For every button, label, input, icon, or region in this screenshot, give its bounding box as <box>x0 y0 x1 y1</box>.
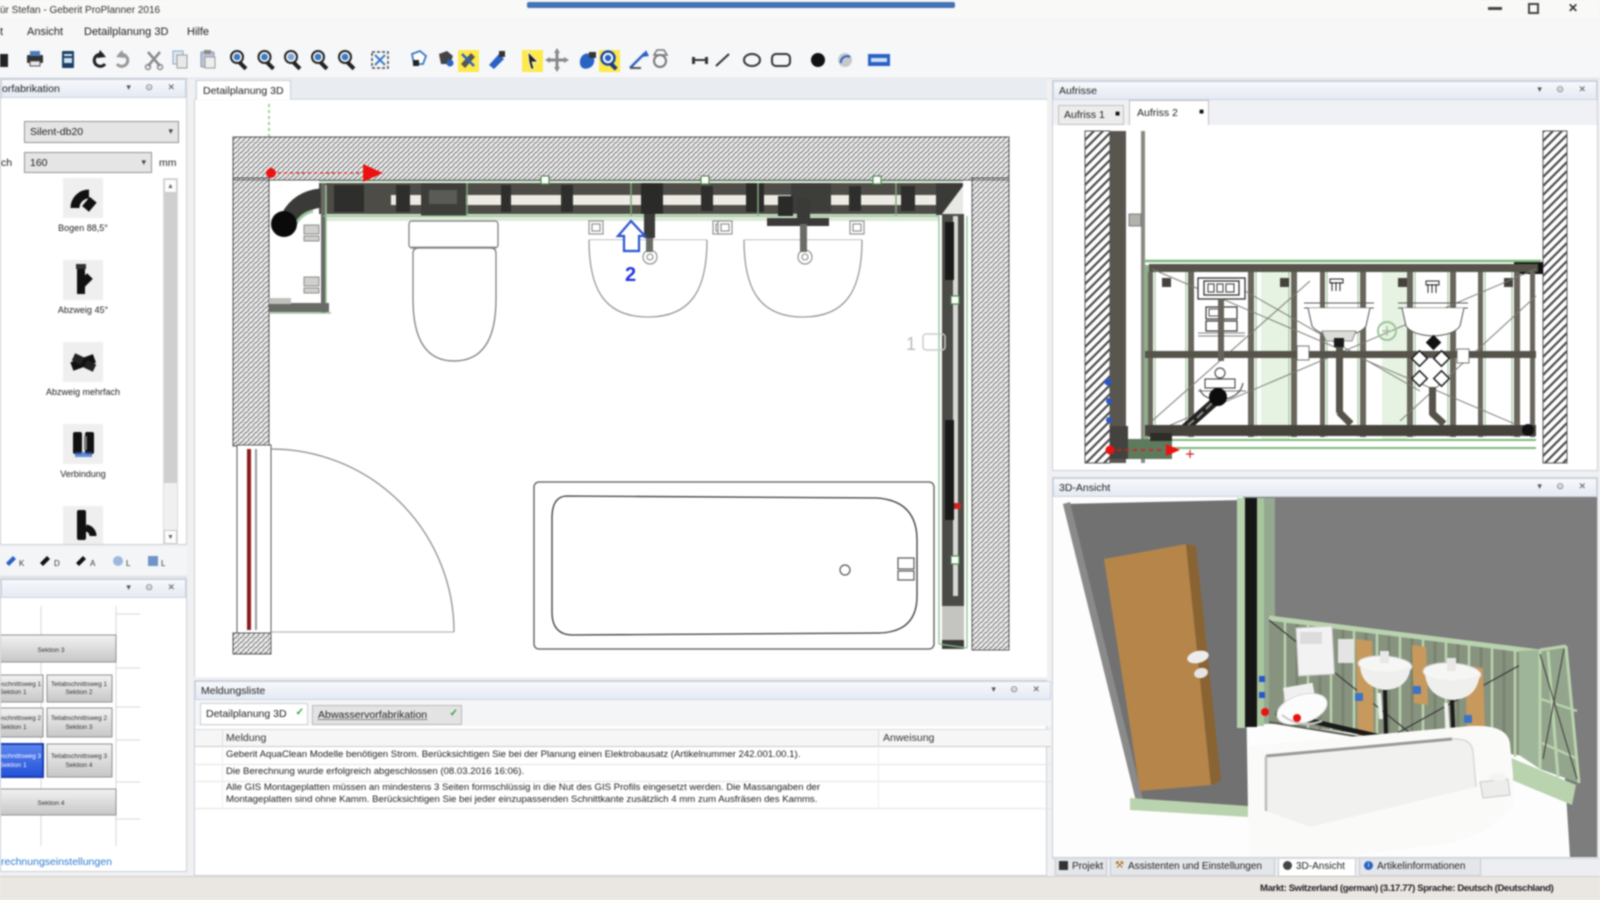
svg-text:L: L <box>161 559 166 568</box>
svg-text:Teilabschnittsweg 1: Teilabschnittsweg 1 <box>51 681 108 688</box>
svg-text:Teilabschnittsweg 1: Teilabschnittsweg 1 <box>1 681 42 688</box>
svg-text:2: 2 <box>625 264 636 286</box>
svg-text:Teilabschnittsweg 3: Teilabschnittsweg 3 <box>51 753 108 760</box>
svg-text:1: 1 <box>906 334 916 354</box>
svg-text:Sektion 3: Sektion 3 <box>65 724 92 731</box>
svg-text:Sektion 1: Sektion 1 <box>1 762 27 769</box>
svg-text:K: K <box>19 559 25 568</box>
svg-text:Teilabschnittsweg 2: Teilabschnittsweg 2 <box>1 715 42 722</box>
svg-text:Sektion 2: Sektion 2 <box>65 689 92 696</box>
svg-text:Teilabschnittsweg 2: Teilabschnittsweg 2 <box>51 715 108 722</box>
svg-text:Sektion 1: Sektion 1 <box>1 689 27 696</box>
svg-text:Teilabschnittsweg 3: Teilabschnittsweg 3 <box>1 753 42 760</box>
svg-text:D: D <box>54 559 60 568</box>
svg-text:Sektion 4: Sektion 4 <box>37 800 64 807</box>
svg-text:L: L <box>126 559 131 568</box>
svg-text:Sektion 3: Sektion 3 <box>37 647 64 654</box>
svg-text:A: A <box>90 559 96 568</box>
svg-text:Sektion 1: Sektion 1 <box>1 724 27 731</box>
svg-text:Sektion 4: Sektion 4 <box>65 762 92 769</box>
